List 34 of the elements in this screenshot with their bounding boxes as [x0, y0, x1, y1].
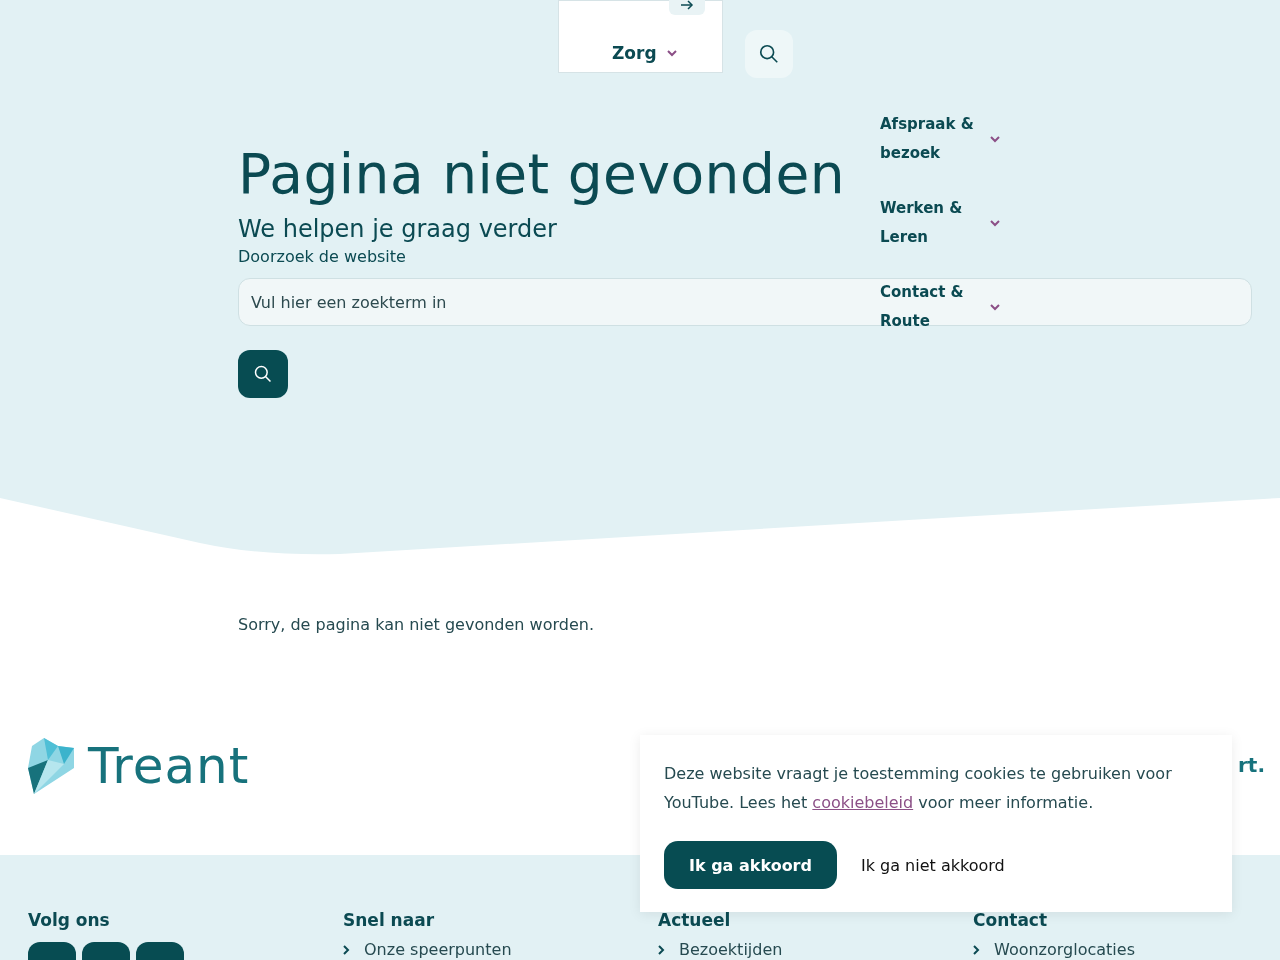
footer-heading: Snel naar	[343, 909, 436, 932]
login-button[interactable]	[669, 0, 705, 15]
error-message: Sorry, de pagina kan niet gevonden worden.	[238, 615, 594, 634]
chevron-down-icon	[990, 219, 1000, 227]
page-subtitle: We helpen je graag verder	[238, 214, 557, 245]
search-icon	[758, 43, 780, 65]
cookie-policy-link[interactable]: cookiebeleid	[812, 793, 914, 812]
search-icon	[253, 364, 273, 384]
chevron-down-icon	[666, 49, 677, 57]
nav-item[interactable]: Werken & Leren	[880, 194, 1000, 252]
decline-button[interactable]: Ik ga niet akkoord	[860, 855, 1005, 875]
chevron-right-icon	[973, 945, 980, 955]
chevron-down-icon	[990, 303, 1000, 311]
heart-logo-icon	[28, 738, 76, 794]
nav-item[interactable]: Afspraak & bezoek	[880, 110, 1000, 168]
search-submit-button[interactable]	[238, 350, 288, 398]
footer-heading: Actueel	[658, 909, 732, 932]
footer-link[interactable]: Bezoektijden	[658, 942, 973, 958]
partial-text: rt.	[1238, 753, 1266, 777]
search-label: Doorzoek de website	[238, 246, 406, 268]
chevron-down-icon	[990, 135, 1000, 143]
search-button[interactable]	[745, 30, 793, 78]
chevron-right-icon	[343, 945, 350, 955]
cookie-text: Deze website vraagt je toestemming cookies te gebruiken voor YouTube. Lees het cookiebeleid voor meer informatie.	[664, 763, 1173, 814]
footer-heading: Contact	[973, 909, 1049, 932]
chevron-right-icon	[658, 945, 665, 955]
page-title: Pagina niet gevonden	[238, 141, 846, 208]
footer-link[interactable]: Onze speerpunten	[343, 942, 658, 958]
arrow-icon	[680, 0, 694, 10]
footer-link[interactable]: Woonzorglocaties	[973, 942, 1273, 958]
footer-heading: Volg ons	[28, 909, 111, 932]
logo-text: Treant	[88, 738, 250, 794]
nav-item[interactable]: Zorg	[612, 43, 677, 63]
accept-button[interactable]: Ik ga akkoord	[664, 841, 837, 889]
